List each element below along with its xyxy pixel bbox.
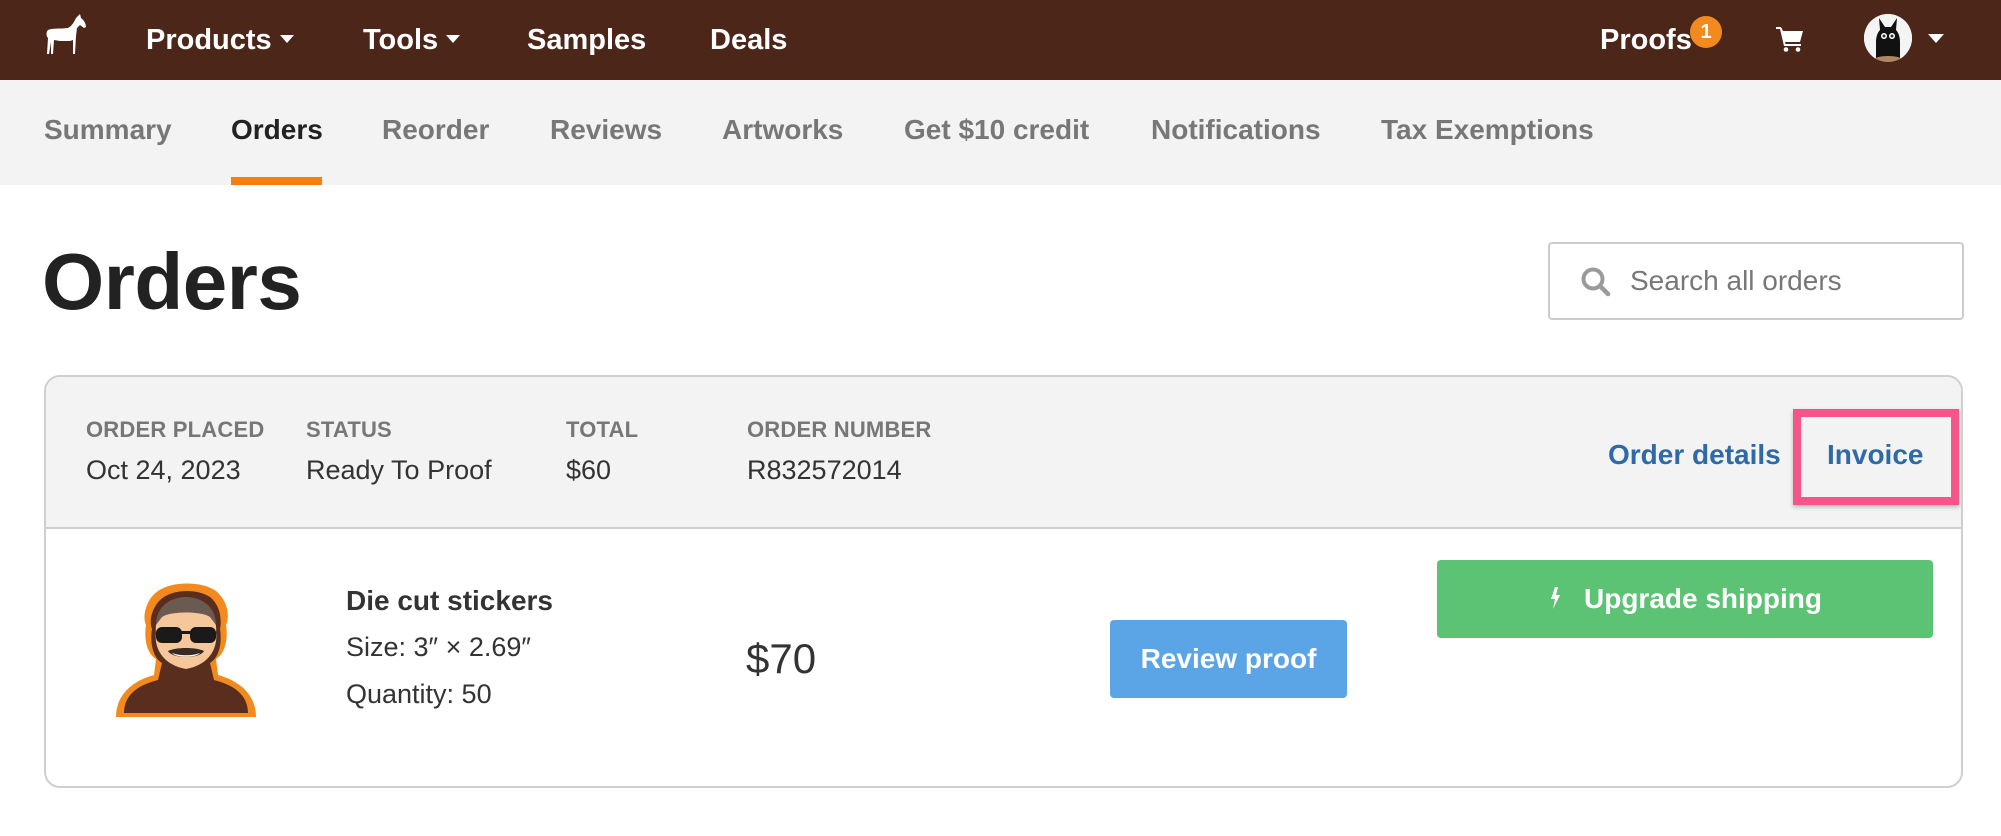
- tab-get-credit[interactable]: Get $10 credit: [904, 110, 1089, 150]
- sticker-thumbnail[interactable]: [106, 577, 266, 727]
- black-cat-avatar-icon: [1864, 14, 1912, 62]
- lightning-bolt-icon: [1551, 586, 1560, 609]
- tab-tax-exemptions[interactable]: Tax Exemptions: [1381, 110, 1594, 150]
- order-number-label: ORDER NUMBER: [747, 417, 932, 442]
- horse-logo-icon[interactable]: [40, 14, 90, 58]
- tab-reorder[interactable]: Reorder: [382, 110, 489, 150]
- nav-products[interactable]: Products: [146, 20, 294, 60]
- review-proof-button[interactable]: Review proof: [1110, 620, 1347, 698]
- product-price: $70: [746, 635, 817, 682]
- order-placed-label: ORDER PLACED: [86, 417, 265, 442]
- chevron-down-icon: [279, 35, 294, 44]
- search-orders-field[interactable]: [1548, 242, 1964, 320]
- product-size: Size: 3″ × 2.69″: [346, 632, 531, 662]
- upgrade-shipping-button[interactable]: Upgrade shipping: [1437, 560, 1933, 638]
- tab-notifications[interactable]: Notifications: [1151, 110, 1321, 150]
- order-card: ORDER PLACED Oct 24, 2023 STATUS Ready T…: [44, 375, 1963, 788]
- tab-orders[interactable]: Orders: [231, 110, 323, 150]
- invoice-link[interactable]: Invoice: [1827, 439, 1923, 471]
- active-tab-indicator: [231, 177, 322, 185]
- search-input[interactable]: [1630, 244, 1950, 318]
- total-label: TOTAL: [566, 417, 639, 442]
- proofs-count-badge: 1: [1690, 16, 1722, 48]
- account-subnav: Summary Orders Reorder Reviews Artworks …: [0, 80, 2001, 185]
- tab-reviews[interactable]: Reviews: [550, 110, 662, 150]
- nav-proofs[interactable]: Proofs: [1600, 20, 1692, 60]
- user-avatar[interactable]: [1864, 14, 1912, 62]
- tab-artworks[interactable]: Artworks: [722, 110, 843, 150]
- nav-samples[interactable]: Samples: [527, 20, 646, 60]
- order-placed-value: Oct 24, 2023: [86, 455, 241, 485]
- search-icon: [1581, 267, 1611, 297]
- total-value: $60: [566, 455, 612, 485]
- status-label: STATUS: [306, 417, 392, 442]
- account-menu-chevron-down-icon[interactable]: [1928, 34, 1944, 43]
- chevron-down-icon: [446, 35, 461, 44]
- nav-tools[interactable]: Tools: [363, 20, 461, 60]
- product-name[interactable]: Die cut stickers: [346, 585, 553, 617]
- nav-products-label: Products: [146, 24, 272, 56]
- upgrade-shipping-label: Upgrade shipping: [1584, 583, 1822, 614]
- status-value: Ready To Proof: [306, 455, 492, 485]
- product-quantity: Quantity: 50: [346, 679, 492, 709]
- page-title: Orders: [42, 237, 302, 326]
- order-details-link[interactable]: Order details: [1608, 439, 1781, 471]
- nav-tools-label: Tools: [363, 24, 439, 56]
- order-card-header: ORDER PLACED Oct 24, 2023 STATUS Ready T…: [46, 377, 1961, 529]
- cart-icon[interactable]: [1775, 24, 1805, 54]
- order-number-value: R832572014: [747, 455, 902, 485]
- nav-deals[interactable]: Deals: [710, 20, 787, 60]
- tab-summary[interactable]: Summary: [44, 110, 172, 150]
- top-navbar: Products Tools Samples Deals Proofs 1: [0, 0, 2001, 80]
